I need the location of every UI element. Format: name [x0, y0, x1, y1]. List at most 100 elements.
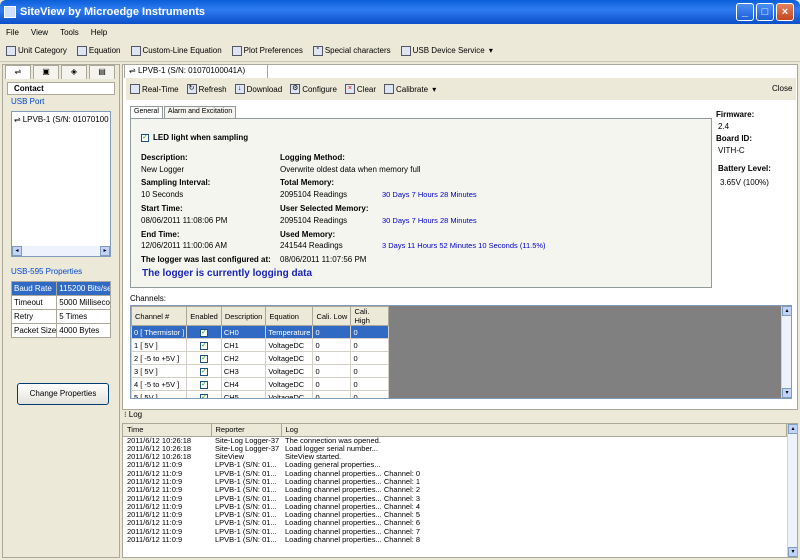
- tab-alarm-excitation[interactable]: Alarm and Excitation: [163, 106, 237, 118]
- property-row[interactable]: Baud Rate 115200 Bits/sec: [10, 281, 112, 296]
- log-header-time[interactable]: Time: [123, 424, 212, 437]
- log-header-log[interactable]: Log: [281, 424, 787, 437]
- used-memory-duration[interactable]: 3 Days 11 Hours 52 Minutes 10 Seconds (1…: [382, 241, 546, 250]
- folder-tab[interactable]: ▤: [89, 65, 115, 79]
- channel-cell[interactable]: 0: [350, 351, 390, 365]
- channel-row[interactable]: 5 [ 5V ] ✓ CH5 VoltageDC 0 0: [131, 390, 390, 398]
- channel-cell[interactable]: 3 [ 5V ]: [131, 364, 188, 378]
- scroll-up-icon[interactable]: ▴: [782, 306, 791, 316]
- channels-vertical-scrollbar[interactable]: ▴ ▾: [781, 306, 791, 398]
- led-option[interactable]: ✓ LED light when sampling: [141, 133, 248, 142]
- channel-cell[interactable]: ✓: [186, 325, 222, 339]
- menu-view[interactable]: View: [31, 28, 48, 37]
- maximize-button[interactable]: □: [756, 3, 774, 21]
- scroll-down-icon[interactable]: ▾: [782, 388, 791, 398]
- device-document-tab[interactable]: ⇌ LPVB-1 (S/N: 01070100041A): [124, 64, 268, 78]
- channel-row[interactable]: 3 [ 5V ] ✓ CH3 VoltageDC 0 0: [131, 364, 390, 378]
- channel-cell[interactable]: 4 [ -5 to +5V ]: [131, 377, 188, 391]
- plot-preferences-button[interactable]: Plot Preferences: [231, 45, 303, 56]
- menu-tools[interactable]: Tools: [60, 28, 79, 37]
- channel-cell[interactable]: ✓: [186, 351, 222, 365]
- channel-enabled-checkbox[interactable]: ✓: [200, 355, 209, 363]
- channel-cell[interactable]: VoltageDC: [265, 390, 314, 398]
- channel-column-header[interactable]: Cali. High: [350, 306, 390, 326]
- channel-cell[interactable]: 0: [312, 325, 352, 339]
- channel-cell[interactable]: VoltageDC: [265, 377, 314, 391]
- channel-cell[interactable]: 0: [350, 390, 390, 398]
- device-list-item[interactable]: ⇌ LPVB-1 (S/N: 01070100: [12, 112, 110, 127]
- channel-cell[interactable]: VoltageDC: [265, 364, 314, 378]
- channel-cell[interactable]: 0: [312, 338, 352, 352]
- channel-cell[interactable]: VoltageDC: [265, 338, 314, 352]
- channel-row[interactable]: 0 [ Thermistor ] ✓ CH0 Temperature 0 0: [131, 325, 390, 339]
- channel-cell[interactable]: ✓: [186, 338, 222, 352]
- channel-column-header[interactable]: Description: [220, 306, 267, 326]
- channel-enabled-checkbox[interactable]: ✓: [200, 368, 209, 376]
- refresh-button[interactable]: ↻ Refresh: [186, 84, 227, 94]
- channel-cell[interactable]: 0: [312, 351, 352, 365]
- channel-cell[interactable]: ✓: [186, 390, 222, 398]
- log-vertical-scrollbar[interactable]: ▴ ▾: [787, 424, 797, 557]
- property-row[interactable]: Retry 5 Times: [10, 309, 112, 324]
- total-memory-duration[interactable]: 30 Days 7 Hours 28 Minutes: [382, 190, 477, 199]
- channel-cell[interactable]: Temperature: [265, 325, 314, 339]
- channel-enabled-checkbox[interactable]: ✓: [200, 342, 209, 350]
- channel-cell[interactable]: 2 [ -5 to +5V ]: [131, 351, 188, 365]
- channel-row[interactable]: 4 [ -5 to +5V ] ✓ CH4 VoltageDC 0 0: [131, 377, 390, 391]
- channel-cell[interactable]: 5 [ 5V ]: [131, 390, 188, 398]
- channel-cell[interactable]: 0 [ Thermistor ]: [131, 325, 188, 339]
- clear-button[interactable]: × Clear: [344, 84, 376, 94]
- channel-cell[interactable]: 0: [312, 364, 352, 378]
- channel-cell[interactable]: CH5: [220, 390, 267, 398]
- channel-cell[interactable]: VoltageDC: [265, 351, 314, 365]
- channel-cell[interactable]: ✓: [186, 377, 222, 391]
- scroll-down-icon[interactable]: ▾: [788, 547, 797, 557]
- configure-button[interactable]: ⚙ Configure: [290, 84, 337, 94]
- change-properties-button[interactable]: Change Properties: [17, 383, 109, 405]
- led-checkbox[interactable]: ✓: [141, 133, 149, 142]
- property-row[interactable]: Packet Size 4000 Bytes: [10, 323, 112, 338]
- channel-cell[interactable]: CH1: [220, 338, 267, 352]
- channel-cell[interactable]: 0: [350, 364, 390, 378]
- channel-cell[interactable]: ✓: [186, 364, 222, 378]
- calibrate-button[interactable]: Calibrate ▾: [384, 84, 436, 94]
- real-time-button[interactable]: Real-Time: [130, 84, 179, 94]
- channel-enabled-checkbox[interactable]: ✓: [200, 329, 209, 337]
- scroll-right-icon[interactable]: ▸: [100, 246, 110, 256]
- property-row[interactable]: Timeout 5000 Millisecon: [10, 295, 112, 310]
- device-tab[interactable]: ▣: [33, 65, 59, 79]
- channel-column-header[interactable]: Cali. Low: [312, 306, 352, 326]
- property-value[interactable]: 115200 Bits/sec: [56, 281, 112, 296]
- channel-row[interactable]: 2 [ -5 to +5V ] ✓ CH2 VoltageDC 0 0: [131, 351, 390, 365]
- channel-cell[interactable]: 0: [350, 325, 390, 339]
- usb-tab[interactable]: ⇌: [5, 65, 31, 79]
- channel-enabled-checkbox[interactable]: ✓: [200, 394, 209, 398]
- special-characters-button[interactable]: ° Special characters: [312, 45, 391, 56]
- channel-column-header[interactable]: Channel #: [131, 306, 188, 326]
- equation-button[interactable]: Equation: [76, 45, 121, 56]
- usb-device-service-button[interactable]: USB Device Service ▾: [400, 45, 493, 56]
- close-window-button[interactable]: ×: [776, 3, 794, 21]
- contact-tab[interactable]: Contact: [7, 82, 115, 95]
- scroll-left-icon[interactable]: ◂: [12, 246, 22, 256]
- user-memory-duration[interactable]: 30 Days 7 Hours 28 Minutes: [382, 216, 477, 225]
- channel-cell[interactable]: 1 [ 5V ]: [131, 338, 188, 352]
- channel-cell[interactable]: CH2: [220, 351, 267, 365]
- channel-cell[interactable]: CH3: [220, 364, 267, 378]
- channel-cell[interactable]: 0: [350, 338, 390, 352]
- channel-cell[interactable]: 0: [312, 377, 352, 391]
- minimize-button[interactable]: _: [736, 3, 754, 21]
- unit-category-button[interactable]: Unit Category: [6, 45, 67, 56]
- channel-cell[interactable]: CH4: [220, 377, 267, 391]
- channel-column-header[interactable]: Enabled: [186, 306, 222, 326]
- menu-help[interactable]: Help: [91, 28, 107, 37]
- channel-enabled-checkbox[interactable]: ✓: [200, 381, 209, 389]
- channel-column-header[interactable]: Equation: [265, 306, 314, 326]
- channel-cell[interactable]: CH0: [220, 325, 267, 339]
- menu-file[interactable]: File: [6, 28, 19, 37]
- property-value[interactable]: 4000 Bytes: [56, 323, 112, 338]
- usb-port-list[interactable]: ⇌ LPVB-1 (S/N: 01070100 ◂ ▸: [11, 111, 111, 257]
- log-header-reporter[interactable]: Reporter: [211, 424, 282, 437]
- channel-cell[interactable]: 0: [312, 390, 352, 398]
- tab-general[interactable]: General: [130, 106, 163, 118]
